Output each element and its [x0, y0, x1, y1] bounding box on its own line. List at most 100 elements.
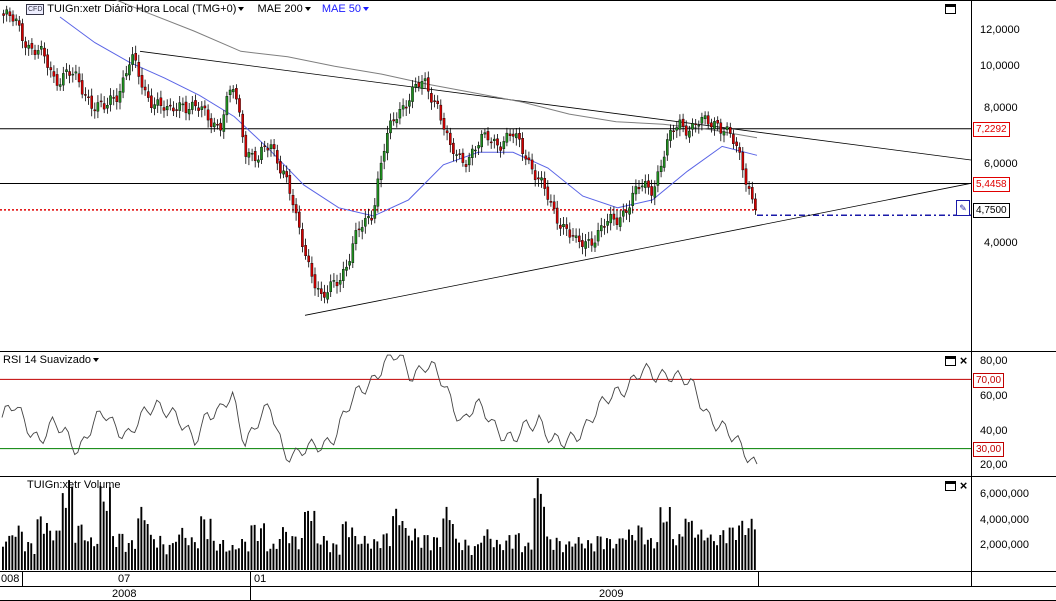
- candle-body: [175, 109, 178, 111]
- candle-body: [241, 113, 245, 138]
- indicator-mae50[interactable]: MAE 50: [322, 3, 369, 15]
- candle-body: [401, 105, 405, 110]
- volume-bar: [17, 525, 20, 570]
- candle-body: [530, 159, 534, 170]
- candle-body: [754, 198, 757, 210]
- volume-bar: [156, 547, 158, 570]
- candle-body: [644, 181, 647, 188]
- maximize-volume-panel-icon[interactable]: [945, 481, 956, 491]
- volume-bar: [61, 493, 64, 570]
- candle-body: [505, 132, 509, 143]
- rsi-level-tag-30: 30,00: [973, 442, 1005, 457]
- candle-body: [36, 50, 40, 55]
- candle-body: [150, 95, 153, 109]
- candle-body: [24, 41, 27, 48]
- x-axis-tick: 008: [1, 573, 20, 585]
- x-axis-year: 2009: [599, 588, 624, 600]
- candle-body: [741, 151, 745, 171]
- volume-bar: [348, 537, 350, 570]
- candle-body: [568, 229, 572, 238]
- candle-body: [489, 141, 493, 144]
- candle-body: [562, 223, 565, 227]
- candle-body: [694, 123, 697, 126]
- close-rsi-panel-icon[interactable]: ×: [958, 354, 969, 367]
- candle-body: [172, 107, 175, 112]
- price-alert-icon[interactable]: ✎: [956, 200, 970, 216]
- candle-body: [379, 162, 383, 180]
- maximize-price-panel-icon[interactable]: [945, 4, 956, 14]
- candle-body: [90, 95, 93, 109]
- volume-bar: [417, 537, 420, 570]
- candle-body: [332, 280, 336, 282]
- volume-bar: [52, 540, 55, 570]
- volume-bar: [395, 508, 398, 570]
- volume-bar: [448, 520, 451, 570]
- volume-bar: [197, 548, 199, 570]
- close-volume-panel-icon[interactable]: ×: [958, 479, 969, 492]
- candle-body: [427, 77, 430, 92]
- volume-bar: [753, 529, 756, 570]
- candle-body: [373, 205, 377, 219]
- volume-bar: [146, 524, 149, 570]
- candle-body: [156, 99, 160, 106]
- candle-body: [659, 165, 663, 173]
- volume-bar: [621, 538, 624, 570]
- volume-bar: [725, 543, 728, 570]
- volume-bar: [313, 510, 316, 570]
- candle-body: [203, 105, 207, 109]
- candle-body: [46, 54, 49, 68]
- volume-bar: [247, 551, 250, 570]
- candle-body: [477, 145, 480, 149]
- candle-body: [106, 104, 109, 109]
- candle-body: [662, 156, 666, 168]
- volume-bar: [681, 536, 684, 570]
- volume-bar: [124, 551, 127, 570]
- volume-bar: [549, 539, 552, 570]
- volume-bar: [659, 507, 662, 570]
- volume-bar: [470, 555, 473, 570]
- volume-bar: [593, 551, 596, 570]
- candle-body: [84, 94, 87, 96]
- candle-body: [609, 213, 612, 224]
- candle-body: [282, 170, 285, 175]
- volume-bar: [596, 536, 599, 570]
- chart-canvas[interactable]: [0, 0, 1056, 601]
- candle-body: [146, 91, 150, 98]
- volume-bar: [489, 538, 492, 570]
- candle-body: [474, 149, 477, 152]
- indicator-mae200[interactable]: MAE 200: [258, 3, 311, 15]
- candle-body: [310, 263, 314, 277]
- candle-body: [716, 119, 719, 124]
- candle-body: [729, 127, 732, 134]
- candle-body: [511, 133, 515, 137]
- volume-plot: [2, 478, 756, 570]
- volume-bar: [215, 550, 218, 570]
- volume-bar: [14, 536, 17, 570]
- candle-body: [600, 225, 603, 232]
- volume-bar: [385, 533, 388, 570]
- candle-body: [134, 53, 138, 61]
- rsi-panel-title[interactable]: RSI 14 Suavizado: [3, 354, 99, 366]
- volume-bar: [433, 537, 435, 570]
- candle-body: [449, 132, 452, 145]
- candle-body: [190, 101, 194, 110]
- candle-body: [521, 137, 524, 154]
- candle-body: [540, 177, 543, 181]
- volume-bar: [543, 506, 545, 570]
- volume-bar: [181, 527, 184, 570]
- volume-bar: [703, 540, 706, 570]
- candle-body: [313, 274, 317, 289]
- volume-bar: [587, 540, 589, 570]
- volume-bar: [49, 530, 52, 570]
- candle-body: [625, 210, 628, 213]
- candle-body: [225, 96, 229, 116]
- maximize-rsi-panel-icon[interactable]: [945, 356, 956, 366]
- price-panel-title[interactable]: TUIGn:xetr Diário Hora Local (TMG+0): [47, 3, 244, 15]
- candle-body: [420, 81, 424, 89]
- volume-bar: [244, 541, 247, 570]
- candle-body: [647, 180, 650, 188]
- volume-bar: [58, 530, 61, 570]
- candle-body: [719, 122, 723, 134]
- candle-body: [115, 95, 119, 103]
- candle-body: [187, 108, 191, 115]
